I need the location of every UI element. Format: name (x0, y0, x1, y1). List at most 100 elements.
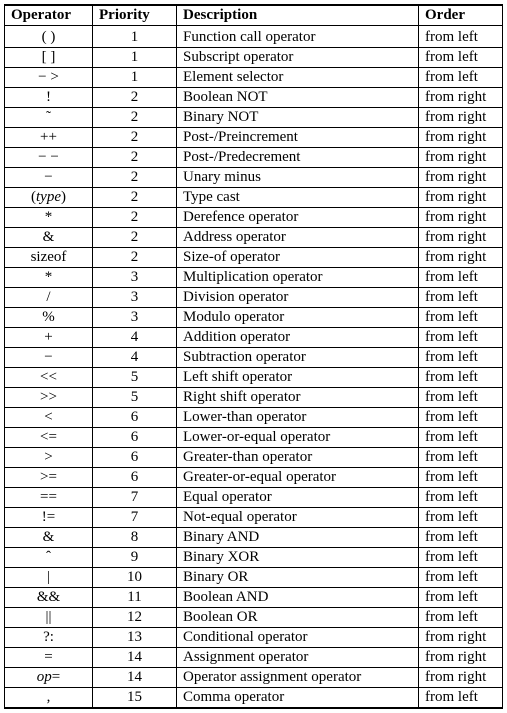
header-order: Order (419, 5, 503, 26)
cell-operator: * (5, 268, 93, 288)
cell-operator: < (5, 408, 93, 428)
table-row: /3Division operatorfrom left (5, 288, 503, 308)
cell-order: from right (419, 228, 503, 248)
table-row: − >1Element selectorfrom left (5, 68, 503, 88)
cell-priority: 1 (93, 48, 177, 68)
cell-priority: 12 (93, 608, 177, 628)
table-row: −4Subtraction operatorfrom left (5, 348, 503, 368)
cell-description: Comma operator (177, 688, 419, 709)
cell-description: Greater-or-equal operator (177, 468, 419, 488)
cell-operator: − (5, 168, 93, 188)
cell-description: Not-equal operator (177, 508, 419, 528)
cell-description: Equal operator (177, 488, 419, 508)
cell-operator: >= (5, 468, 93, 488)
cell-operator: | (5, 568, 93, 588)
cell-description: Type cast (177, 188, 419, 208)
cell-priority: 2 (93, 128, 177, 148)
cell-operator: [ ] (5, 48, 93, 68)
cell-description: Binary AND (177, 528, 419, 548)
cell-operator: − − (5, 148, 93, 168)
cell-order: from left (419, 688, 503, 709)
cell-order: from left (419, 368, 503, 388)
header-description: Description (177, 5, 419, 26)
cell-order: from right (419, 208, 503, 228)
cell-operator: ?: (5, 628, 93, 648)
cell-operator: != (5, 508, 93, 528)
cell-priority: 2 (93, 208, 177, 228)
cell-order: from left (419, 26, 503, 48)
cell-order: from left (419, 568, 503, 588)
table-header-row: Operator Priority Description Order (5, 5, 503, 26)
table-row: >=6Greater-or-equal operatorfrom left (5, 468, 503, 488)
cell-order: from left (419, 268, 503, 288)
table-row: op=14Operator assignment operatorfrom ri… (5, 668, 503, 688)
cell-operator: << (5, 368, 93, 388)
cell-operator: == (5, 488, 93, 508)
cell-description: Binary OR (177, 568, 419, 588)
cell-priority: 7 (93, 488, 177, 508)
operator-precedence-table: Operator Priority Description Order ( )1… (4, 4, 503, 709)
table-row: (type)2Type castfrom right (5, 188, 503, 208)
cell-description: Subtraction operator (177, 348, 419, 368)
table-row: [ ]1Subscript operatorfrom left (5, 48, 503, 68)
cell-priority: 3 (93, 308, 177, 328)
cell-order: from left (419, 508, 503, 528)
table-row: ?:13Conditional operatorfrom right (5, 628, 503, 648)
table-row: <<5Left shift operatorfrom left (5, 368, 503, 388)
cell-order: from left (419, 588, 503, 608)
cell-operator: & (5, 228, 93, 248)
table-row: − −2Post-/Predecrementfrom right (5, 148, 503, 168)
table-row: *2Derefence operatorfrom right (5, 208, 503, 228)
cell-priority: 7 (93, 508, 177, 528)
cell-description: Greater-than operator (177, 448, 419, 468)
table-row: sizeof2Size-of operatorfrom right (5, 248, 503, 268)
cell-priority: 8 (93, 528, 177, 548)
table-row: =14Assignment operatorfrom right (5, 648, 503, 668)
cell-priority: 2 (93, 168, 177, 188)
cell-description: Subscript operator (177, 48, 419, 68)
cell-operator: || (5, 608, 93, 628)
cell-operator: ( ) (5, 26, 93, 48)
table-row: ˜2Binary NOTfrom right (5, 108, 503, 128)
table-row: &8Binary ANDfrom left (5, 528, 503, 548)
cell-description: Lower-or-equal operator (177, 428, 419, 448)
cell-priority: 10 (93, 568, 177, 588)
cell-operator: && (5, 588, 93, 608)
cell-description: Size-of operator (177, 248, 419, 268)
table-row: ++2Post-/Preincrementfrom right (5, 128, 503, 148)
cell-description: Binary XOR (177, 548, 419, 568)
cell-operator: <= (5, 428, 93, 448)
cell-description: Boolean NOT (177, 88, 419, 108)
table-row: ˆ9Binary XORfrom left (5, 548, 503, 568)
cell-description: Addition operator (177, 328, 419, 348)
cell-order: from left (419, 428, 503, 448)
table-row: ,15Comma operatorfrom left (5, 688, 503, 709)
cell-description: Right shift operator (177, 388, 419, 408)
cell-description: Multiplication operator (177, 268, 419, 288)
cell-operator: ˜ (5, 108, 93, 128)
table-row: >6Greater-than operatorfrom left (5, 448, 503, 468)
cell-order: from left (419, 468, 503, 488)
table-row: >>5Right shift operatorfrom left (5, 388, 503, 408)
cell-order: from right (419, 188, 503, 208)
cell-operator: , (5, 688, 93, 709)
table-row: <6Lower-than operatorfrom left (5, 408, 503, 428)
header-priority: Priority (93, 5, 177, 26)
table-row: !2Boolean NOTfrom right (5, 88, 503, 108)
cell-description: Binary NOT (177, 108, 419, 128)
cell-priority: 2 (93, 248, 177, 268)
cell-description: Function call operator (177, 26, 419, 48)
cell-priority: 3 (93, 288, 177, 308)
table-row: −2Unary minusfrom right (5, 168, 503, 188)
cell-operator: − > (5, 68, 93, 88)
cell-priority: 2 (93, 88, 177, 108)
cell-priority: 2 (93, 228, 177, 248)
cell-order: from right (419, 248, 503, 268)
cell-order: from right (419, 148, 503, 168)
table-row: %3Modulo operatorfrom left (5, 308, 503, 328)
cell-description: Derefence operator (177, 208, 419, 228)
cell-order: from left (419, 68, 503, 88)
cell-priority: 15 (93, 688, 177, 709)
cell-operator: ++ (5, 128, 93, 148)
cell-order: from left (419, 528, 503, 548)
